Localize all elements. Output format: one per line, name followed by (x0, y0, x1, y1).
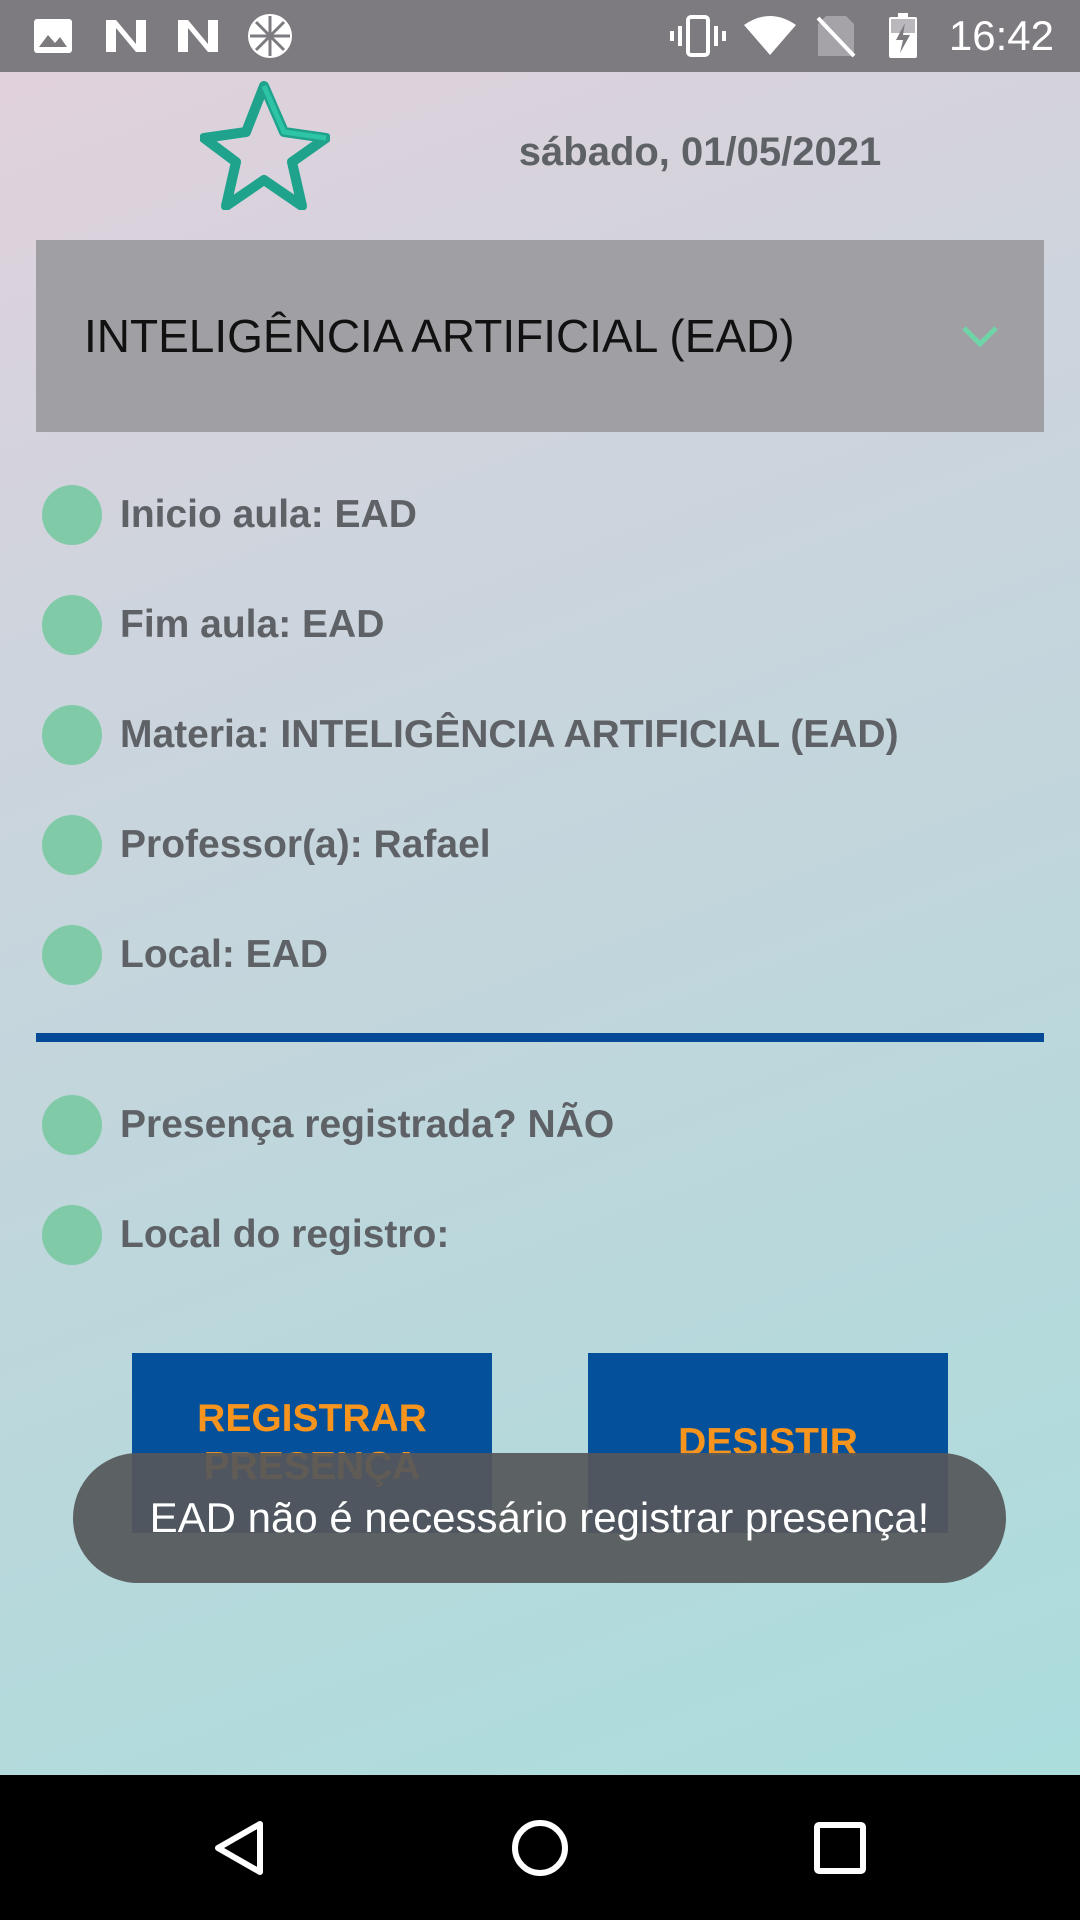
no-sim-icon (814, 14, 858, 58)
status-time: 16:42 (948, 12, 1054, 59)
course-select[interactable]: INTELIGÊNCIA ARTIFICIAL (EAD) (36, 240, 1044, 432)
info-start-label: Inicio aula: EAD (120, 493, 417, 536)
n-app-icon (102, 14, 150, 58)
app-screen: 16:42 sábado, 01/05/2021 INTELIGÊNCIA AR… (0, 0, 1080, 1920)
home-icon[interactable] (470, 1775, 610, 1920)
vibrate-icon (668, 14, 728, 58)
divider (36, 1033, 1044, 1042)
status-dot (42, 1205, 102, 1265)
status-dot (42, 595, 102, 655)
image-icon (30, 14, 76, 58)
info-location-label: Local: EAD (120, 933, 329, 976)
star-logo-icon (199, 80, 331, 211)
status-dot (42, 485, 102, 545)
registration-location-label: Local do registro: (120, 1213, 450, 1256)
info-subject-label: Materia: INTELIGÊNCIA ARTIFICIAL (EAD) (120, 713, 899, 756)
info-row-end: Fim aula: EAD (42, 595, 384, 655)
info-row-attendance: Presença registrada? NÃO (42, 1095, 614, 1155)
register-label-line1: REGISTRAR (197, 1397, 427, 1440)
toast-message: EAD não é necessário registrar presença! (73, 1453, 1006, 1583)
status-dot (42, 815, 102, 875)
status-dot (42, 925, 102, 985)
status-bar: 16:42 (0, 0, 1080, 72)
back-icon[interactable] (170, 1775, 310, 1920)
globe-app-icon (244, 14, 296, 58)
battery-charging-icon (886, 13, 920, 58)
chevron-down-icon (958, 318, 1002, 354)
status-dot (42, 705, 102, 765)
header-date: sábado, 01/05/2021 (518, 130, 882, 174)
info-row-professor: Professor(a): Rafael (42, 815, 491, 875)
info-professor-label: Professor(a): Rafael (120, 823, 491, 866)
wifi-icon (740, 14, 800, 58)
info-row-location: Local: EAD (42, 925, 328, 985)
info-row-subject: Materia: INTELIGÊNCIA ARTIFICIAL (EAD) (42, 705, 899, 765)
attendance-status-label: Presença registrada? NÃO (120, 1103, 615, 1146)
navigation-bar (0, 1775, 1080, 1920)
n-app-icon (174, 14, 222, 58)
info-row-registration-location: Local do registro: (42, 1205, 449, 1265)
course-select-value: INTELIGÊNCIA ARTIFICIAL (EAD) (84, 310, 795, 362)
status-dot (42, 1095, 102, 1155)
info-end-label: Fim aula: EAD (120, 603, 385, 646)
info-row-start: Inicio aula: EAD (42, 485, 417, 545)
recents-icon[interactable] (770, 1775, 910, 1920)
